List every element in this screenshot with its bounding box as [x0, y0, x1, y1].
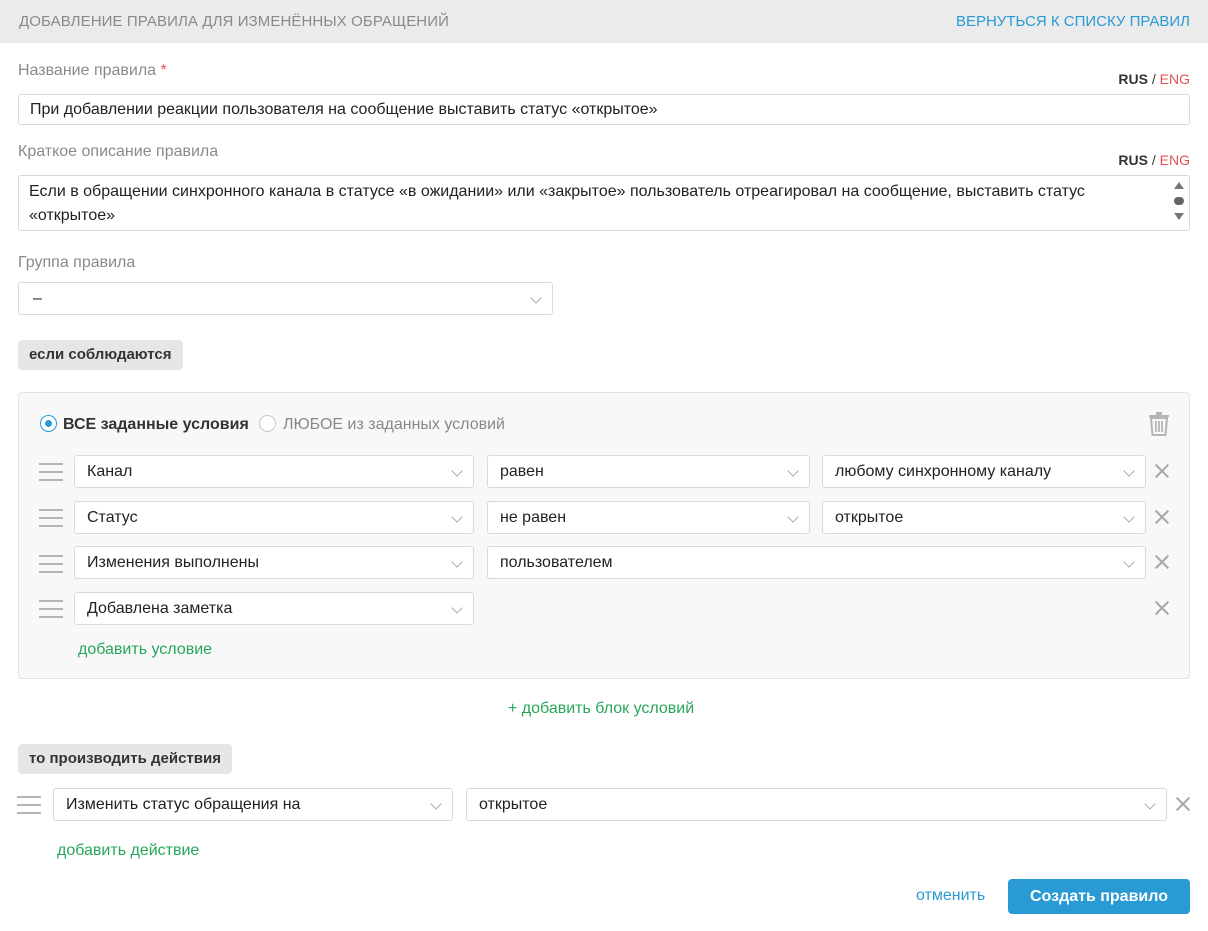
- lang-switch-description: RUS / ENG: [1118, 152, 1190, 168]
- lang-eng[interactable]: ENG: [1160, 71, 1190, 87]
- drag-handle-icon[interactable]: [39, 555, 63, 573]
- chevron-down-icon: [451, 556, 463, 568]
- mode-any-radio[interactable]: [259, 415, 276, 432]
- condition-operator-select[interactable]: пользователем: [487, 546, 1146, 579]
- lang-rus[interactable]: RUS: [1118, 71, 1148, 87]
- condition-field-value: Добавлена заметка: [87, 600, 233, 617]
- drag-handle-icon[interactable]: [39, 600, 63, 618]
- condition-field-select[interactable]: Добавлена заметка: [74, 592, 474, 625]
- condition-value-select[interactable]: любому синхронному каналу: [822, 455, 1146, 488]
- rule-group-select[interactable]: –: [18, 282, 553, 315]
- lang-separator: /: [1151, 152, 1156, 168]
- rule-description-label: Краткое описание правила: [18, 143, 219, 160]
- chevron-down-icon: [430, 798, 442, 810]
- page-header: ДОБАВЛЕНИЕ ПРАВИЛА ДЛЯ ИЗМЕНЁННЫХ ОБРАЩЕ…: [0, 0, 1208, 43]
- lang-switch-name: RUS / ENG: [1118, 71, 1190, 87]
- chevron-down-icon: [787, 511, 799, 523]
- remove-condition-close-icon[interactable]: [1155, 601, 1169, 615]
- mode-any-label[interactable]: ЛЮБОЕ из заданных условий: [283, 416, 505, 434]
- rule-description-value: Если в обращении синхронного канала в ст…: [29, 183, 1085, 224]
- drag-handle-icon[interactable]: [17, 796, 41, 814]
- lang-separator: /: [1151, 71, 1156, 87]
- required-mark: *: [160, 62, 167, 79]
- scroll-up-icon[interactable]: [1174, 182, 1184, 189]
- condition-value-value: любому синхронному каналу: [835, 463, 1052, 480]
- lang-rus[interactable]: RUS: [1118, 152, 1148, 168]
- chevron-down-icon: [1123, 465, 1135, 477]
- condition-field-select[interactable]: Канал: [74, 455, 474, 488]
- condition-value-select[interactable]: открытое: [822, 501, 1146, 534]
- chevron-down-icon: [1144, 798, 1156, 810]
- chevron-down-icon: [787, 465, 799, 477]
- actions-section-label: то производить действия: [18, 744, 232, 774]
- rule-description-textarea[interactable]: Если в обращении синхронного канала в ст…: [18, 175, 1190, 231]
- rule-name-input[interactable]: При добавлении реакции пользователя на с…: [18, 94, 1190, 125]
- add-condition-block-link[interactable]: + добавить блок условий: [508, 700, 694, 718]
- chevron-down-icon: [1123, 556, 1135, 568]
- condition-field-value: Статус: [87, 509, 138, 526]
- textarea-scrollbar[interactable]: [1173, 180, 1185, 226]
- rule-name-label: Название правила *: [18, 62, 167, 80]
- condition-field-value: Канал: [87, 463, 133, 480]
- chevron-down-icon: [451, 465, 463, 477]
- trash-icon[interactable]: [1148, 412, 1170, 436]
- conditions-section-label: если соблюдаются: [18, 340, 183, 370]
- remove-action-close-icon[interactable]: [1176, 797, 1190, 811]
- action-type-select[interactable]: Изменить статус обращения на: [53, 788, 453, 821]
- condition-field-value: Изменения выполнены: [87, 554, 259, 571]
- remove-condition-close-icon[interactable]: [1155, 464, 1169, 478]
- lang-eng[interactable]: ENG: [1160, 152, 1190, 168]
- action-value-value: открытое: [479, 796, 548, 813]
- mode-all-label[interactable]: ВСЕ заданные условия: [63, 416, 249, 434]
- chevron-down-icon: [451, 602, 463, 614]
- condition-operator-select[interactable]: равен: [487, 455, 810, 488]
- mode-all-radio[interactable]: [40, 415, 57, 432]
- rule-group-value: –: [33, 290, 42, 307]
- chevron-down-icon: [1123, 511, 1135, 523]
- rule-group-label: Группа правила: [18, 254, 136, 271]
- action-type-value: Изменить статус обращения на: [66, 796, 301, 813]
- rule-name-label-text: Название правила: [18, 62, 157, 79]
- back-to-rules-link[interactable]: ВЕРНУТЬСЯ К СПИСКУ ПРАВИЛ: [956, 13, 1190, 30]
- scroll-thumb[interactable]: [1174, 197, 1184, 205]
- condition-operator-value: равен: [500, 463, 544, 480]
- condition-field-select[interactable]: Изменения выполнены: [74, 546, 474, 579]
- condition-operator-select[interactable]: не равен: [487, 501, 810, 534]
- remove-condition-close-icon[interactable]: [1155, 555, 1169, 569]
- action-value-select[interactable]: открытое: [466, 788, 1167, 821]
- conditions-block: ВСЕ заданные условия ЛЮБОЕ из заданных у…: [18, 392, 1190, 679]
- add-action-link[interactable]: добавить действие: [57, 842, 199, 860]
- create-rule-button[interactable]: Создать правило: [1008, 879, 1190, 914]
- condition-value-value: открытое: [835, 509, 904, 526]
- page-title: ДОБАВЛЕНИЕ ПРАВИЛА ДЛЯ ИЗМЕНЁННЫХ ОБРАЩЕ…: [19, 13, 449, 30]
- condition-operator-value: пользователем: [500, 554, 613, 571]
- condition-operator-value: не равен: [500, 509, 567, 526]
- chevron-down-icon: [530, 292, 542, 304]
- drag-handle-icon[interactable]: [39, 509, 63, 527]
- condition-field-select[interactable]: Статус: [74, 501, 474, 534]
- drag-handle-icon[interactable]: [39, 463, 63, 481]
- scroll-down-icon[interactable]: [1174, 213, 1184, 220]
- remove-condition-close-icon[interactable]: [1155, 510, 1169, 524]
- chevron-down-icon: [451, 511, 463, 523]
- cancel-button[interactable]: отменить: [916, 887, 985, 905]
- add-condition-link[interactable]: добавить условие: [78, 641, 212, 659]
- rule-name-value: При добавлении реакции пользователя на с…: [30, 101, 658, 118]
